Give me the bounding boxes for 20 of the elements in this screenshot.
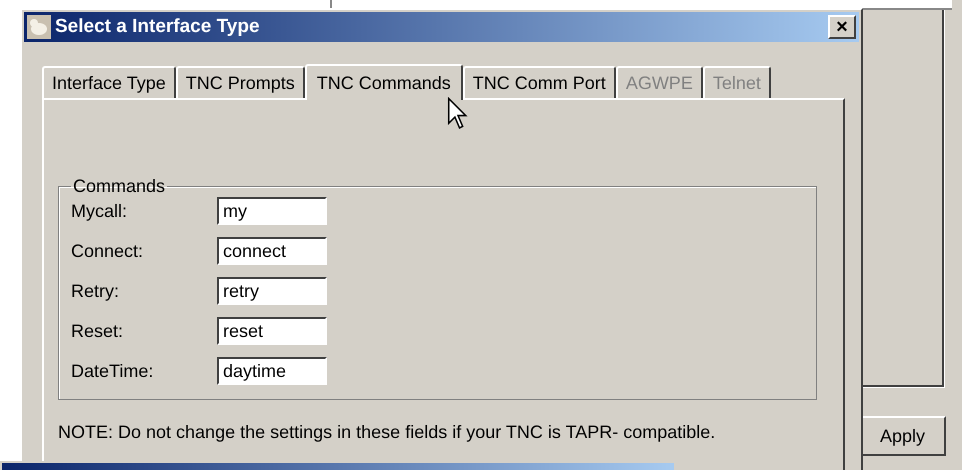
input-field[interactable]: reset — [217, 317, 327, 345]
app-icon — [27, 15, 51, 39]
tab[interactable]: Interface Type — [42, 66, 176, 98]
close-button[interactable]: × — [828, 15, 856, 39]
field-label: DateTime: — [71, 360, 154, 382]
input-field[interactable]: connect — [217, 237, 327, 265]
tab[interactable]: TNC Prompts — [176, 66, 305, 98]
tab[interactable]: TNC Comm Port — [462, 66, 616, 98]
mouse-cursor-icon — [447, 97, 469, 131]
input-field[interactable]: my — [217, 197, 327, 225]
note-text: NOTE: Do not change the settings in these fields if your TNC is TAPR- compatible. — [58, 422, 716, 443]
group-title: Commands — [72, 176, 166, 197]
input-field[interactable]: retry — [217, 277, 327, 305]
field-label: Connect: — [71, 240, 144, 262]
input-field[interactable]: daytime — [217, 357, 327, 385]
tab[interactable]: TNC Commands — [304, 64, 463, 100]
field-label: Reset: — [71, 320, 124, 342]
field-label: Retry: — [71, 280, 120, 302]
window-title: Select a Interface Type — [55, 16, 261, 38]
field-label: Mycall: — [71, 200, 128, 222]
